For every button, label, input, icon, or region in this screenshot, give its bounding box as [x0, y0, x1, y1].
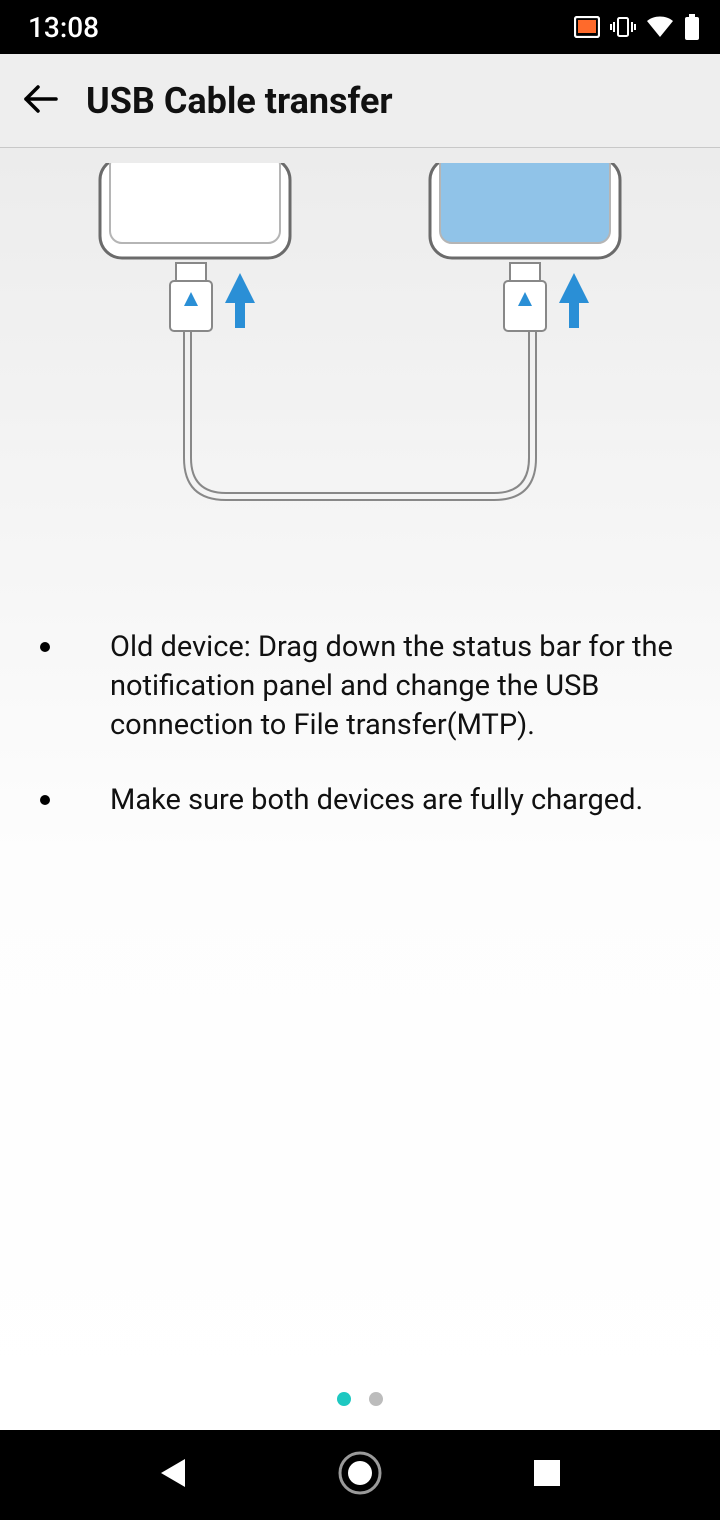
- status-icons: [574, 14, 700, 40]
- nav-home-button[interactable]: [330, 1445, 390, 1505]
- instruction-text: Old device: Drag down the status bar for…: [110, 630, 673, 742]
- page-title: USB Cable transfer: [86, 80, 393, 122]
- instruction-item: Make sure both devices are fully charged…: [40, 781, 680, 820]
- battery-icon: [684, 14, 700, 40]
- vibrate-icon: [610, 16, 636, 38]
- wifi-icon: [646, 16, 674, 38]
- nav-back-icon: [157, 1455, 189, 1495]
- nav-recent-button[interactable]: [517, 1445, 577, 1505]
- arrow-left-icon: [20, 79, 60, 123]
- page-dot: [369, 1392, 383, 1406]
- status-time: 13:08: [28, 11, 99, 44]
- status-bar: 13:08: [0, 0, 720, 54]
- app-bar: USB Cable transfer: [0, 54, 720, 148]
- page-indicator: [0, 1392, 720, 1406]
- cast-icon: [574, 16, 600, 38]
- content-area[interactable]: Old device: Drag down the status bar for…: [0, 148, 720, 1430]
- back-button[interactable]: [18, 79, 62, 123]
- nav-back-button[interactable]: [143, 1445, 203, 1505]
- instruction-list: Old device: Drag down the status bar for…: [0, 618, 720, 857]
- navigation-bar: [0, 1430, 720, 1520]
- instruction-item: Old device: Drag down the status bar for…: [40, 628, 680, 745]
- page-dot-active: [337, 1392, 351, 1406]
- nav-home-icon: [337, 1450, 383, 1500]
- instruction-text: Make sure both devices are fully charged…: [110, 783, 643, 817]
- nav-recent-icon: [532, 1458, 562, 1492]
- usb-transfer-illustration: [0, 148, 720, 618]
